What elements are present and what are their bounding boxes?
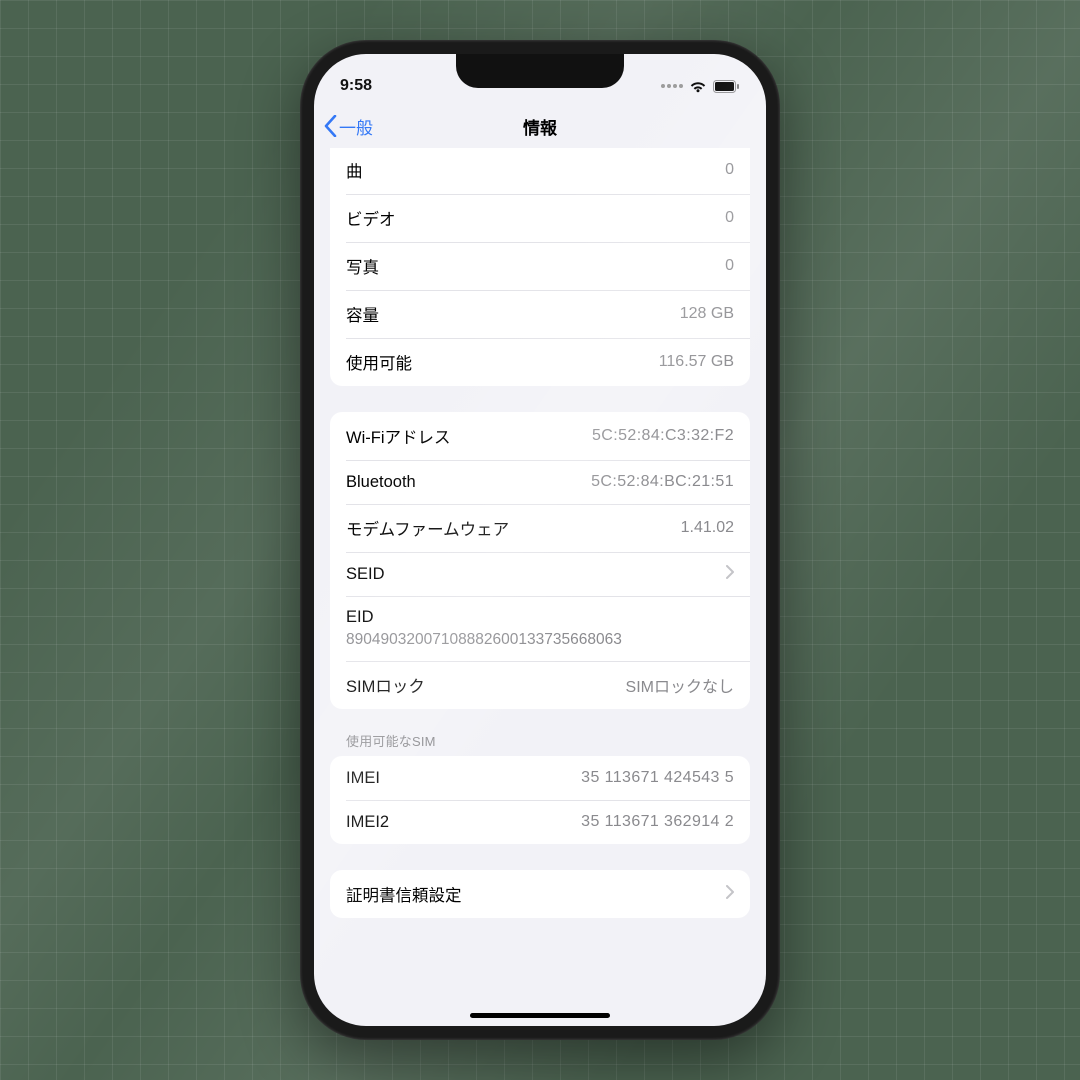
row-label: 使用可能 bbox=[346, 350, 412, 374]
row-label: IMEI2 bbox=[346, 813, 389, 832]
battery-icon bbox=[713, 80, 740, 93]
row-value: 5C:52:84:BC:21:51 bbox=[591, 473, 734, 491]
row-label: 曲 bbox=[346, 158, 363, 182]
row-value: 0 bbox=[725, 257, 734, 275]
info-group-cert: 証明書信頼設定 bbox=[330, 870, 750, 918]
row-value: 116.57 GB bbox=[659, 353, 734, 371]
status-time: 9:58 bbox=[340, 77, 372, 95]
row-eid: EID 89049032007108882600133735668063 bbox=[330, 596, 750, 661]
back-label: 一般 bbox=[339, 114, 373, 139]
row-value: 1.41.02 bbox=[681, 519, 734, 537]
row-videos: ビデオ 0 bbox=[330, 194, 750, 242]
section-header-sim: 使用可能なSIM bbox=[330, 709, 750, 756]
row-value: 35 113671 424543 5 bbox=[581, 769, 734, 787]
row-modem-firmware: モデムファームウェア 1.41.02 bbox=[330, 504, 750, 552]
chevron-right-icon bbox=[726, 565, 734, 584]
row-certificate-trust[interactable]: 証明書信頼設定 bbox=[330, 870, 750, 918]
row-label: SIMロック bbox=[346, 673, 425, 697]
row-label: Bluetooth bbox=[346, 473, 416, 492]
display-notch bbox=[456, 54, 624, 88]
row-seid[interactable]: SEID bbox=[330, 552, 750, 596]
chevron-right-icon bbox=[726, 885, 734, 904]
page-title: 情報 bbox=[523, 114, 557, 139]
row-wifi-address: Wi-Fiアドレス 5C:52:84:C3:32:F2 bbox=[330, 412, 750, 460]
row-value: 89049032007108882600133735668063 bbox=[346, 631, 622, 649]
row-songs: 曲 0 bbox=[330, 148, 750, 194]
row-label: IMEI bbox=[346, 769, 380, 788]
info-group-storage: 曲 0 ビデオ 0 写真 0 容量 128 GB 使用可能 116.57 G bbox=[330, 148, 750, 386]
row-label: Wi-Fiアドレス bbox=[346, 424, 450, 448]
row-value: 0 bbox=[725, 161, 734, 179]
row-imei: IMEI 35 113671 424543 5 bbox=[330, 756, 750, 800]
row-label: EID bbox=[346, 608, 374, 627]
info-group-sim: IMEI 35 113671 424543 5 IMEI2 35 113671 … bbox=[330, 756, 750, 844]
wifi-icon bbox=[689, 80, 707, 93]
cellular-dots-icon bbox=[661, 84, 683, 88]
phone-frame: 9:58 一般 情報 bbox=[300, 40, 780, 1040]
row-capacity: 容量 128 GB bbox=[330, 290, 750, 338]
nav-bar: 一般 情報 bbox=[314, 104, 766, 148]
chevron-left-icon bbox=[324, 115, 337, 137]
row-available: 使用可能 116.57 GB bbox=[330, 338, 750, 386]
row-imei2: IMEI2 35 113671 362914 2 bbox=[330, 800, 750, 844]
row-value: 128 GB bbox=[680, 305, 734, 323]
row-label: 容量 bbox=[346, 302, 379, 326]
settings-content: 曲 0 ビデオ 0 写真 0 容量 128 GB 使用可能 116.57 G bbox=[314, 148, 766, 1026]
row-bluetooth: Bluetooth 5C:52:84:BC:21:51 bbox=[330, 460, 750, 504]
row-label: 写真 bbox=[346, 254, 379, 278]
row-value: 0 bbox=[725, 209, 734, 227]
row-value: SIMロックなし bbox=[626, 673, 734, 697]
row-label: モデムファームウェア bbox=[346, 516, 509, 540]
info-group-network: Wi-Fiアドレス 5C:52:84:C3:32:F2 Bluetooth 5C… bbox=[330, 412, 750, 709]
row-sim-lock: SIMロック SIMロックなし bbox=[330, 661, 750, 709]
row-value: 35 113671 362914 2 bbox=[581, 813, 734, 831]
row-value: 5C:52:84:C3:32:F2 bbox=[592, 427, 734, 445]
back-button[interactable]: 一般 bbox=[324, 114, 373, 139]
row-label: ビデオ bbox=[346, 206, 396, 230]
home-indicator[interactable] bbox=[470, 1013, 610, 1018]
row-photos: 写真 0 bbox=[330, 242, 750, 290]
row-label: SEID bbox=[346, 565, 385, 584]
phone-screen: 9:58 一般 情報 bbox=[314, 54, 766, 1026]
row-label: 証明書信頼設定 bbox=[346, 882, 462, 906]
